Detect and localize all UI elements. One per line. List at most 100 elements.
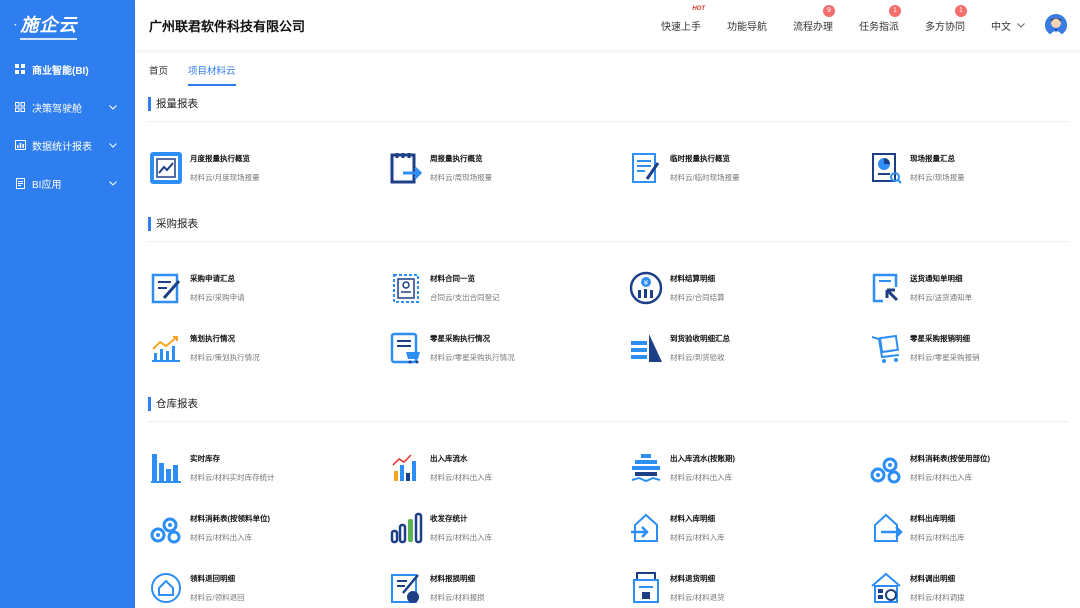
section-accent-bar	[148, 396, 151, 411]
card-title: 临时报量执行概览	[670, 154, 730, 163]
card-path: 材料云/材料出库	[910, 533, 965, 542]
report-card[interactable]: 领料退回明细 材料云/领料退回	[148, 568, 368, 608]
sidebar-item-cockpit[interactable]: 决策驾驶舱	[0, 88, 135, 126]
count-badge: 1	[955, 4, 967, 17]
top-header: 广州联君软件科技有限公司 快速上手 HOT 功能导航 流程办理 9 任务指派 1…	[135, 0, 1080, 50]
nav-collaboration[interactable]: 多方协同 1	[925, 4, 967, 33]
card-path: 材料云/材料出入库	[910, 473, 973, 482]
card-title: 出入库流水	[430, 454, 468, 463]
report-card[interactable]: 月度报量执行概览 材料云/月度现场报量	[148, 148, 368, 188]
tab-material-cloud[interactable]: 项目材料云	[188, 63, 236, 86]
loss-report-icon	[388, 570, 424, 606]
report-card[interactable]: 材料退货明细材料云/材料退货	[628, 568, 848, 608]
report-card[interactable]: 现场报量汇总 材料云/现场报量	[868, 148, 1080, 188]
section-warehouse-reports: 仓库报表 实时库存 材料云/材料实时库存统计 出入库流水 材料云/材料出入库 出入库…	[148, 386, 1068, 603]
card-title: 实时库存	[190, 454, 220, 463]
chevron-down-icon	[109, 102, 117, 113]
report-card[interactable]: ¥ 材料结算明细 材料云/合同结算	[628, 268, 848, 308]
card-title: 材料退货明细	[670, 574, 715, 583]
logo-dot: ·	[14, 19, 19, 31]
report-card[interactable]: 材料报损明细 材料云/材料报损	[388, 568, 608, 608]
section-header: 仓库报表	[148, 386, 1068, 422]
card-path: 材料云/领料退回	[190, 593, 245, 602]
company-name: 广州联君软件科技有限公司	[149, 18, 306, 34]
card-title: 出入库流水(按账期)	[670, 454, 735, 463]
tab-home[interactable]: 首页	[149, 63, 168, 86]
report-card[interactable]: 出入库流水(按账期) 材料云/材料出入库	[628, 448, 848, 488]
contract-icon	[388, 270, 424, 306]
report-card[interactable]: 材料消耗表(按领料单位) 材料云/材料出入库	[148, 508, 368, 548]
sidebar-item-bi[interactable]: 商业智能(BI)	[0, 50, 135, 88]
card-path: 材料云/送货通知单	[910, 293, 973, 302]
nav-label: 流程办理	[793, 21, 833, 33]
refund-icon	[628, 570, 664, 606]
document-icon	[14, 177, 26, 189]
card-path: 材料云/月度现场报量	[190, 173, 260, 182]
sidebar-item-bi-apps[interactable]: BI应用	[0, 164, 135, 202]
report-card[interactable]: 到货验收明细汇总 材料云/到货验收	[628, 328, 848, 368]
reimburse-icon	[868, 330, 904, 366]
inout-period-icon	[628, 450, 664, 486]
settlement-icon: ¥	[628, 270, 664, 306]
temp-report-icon	[628, 150, 664, 186]
logo[interactable]: · 施企云	[0, 0, 135, 50]
sidebar-item-reports[interactable]: 数据统计报表	[0, 126, 135, 164]
report-card[interactable]: 材料出库明细 材料云/材料出库	[868, 508, 1080, 548]
inout-flow-icon	[388, 450, 424, 486]
sporadic-purchase-icon	[388, 330, 424, 366]
card-path: 材料云/材料实时库存统计	[190, 473, 275, 482]
nav-function-guide[interactable]: 功能导航	[727, 18, 767, 33]
report-card[interactable]: 收发存统计材料云/材料出入库	[388, 508, 608, 548]
section-header: 采购报表	[148, 206, 1068, 242]
report-card[interactable]: 材料合同一览 合同云/支出合同登记	[388, 268, 608, 308]
count-badge: 9	[823, 4, 835, 17]
section-quantity-reports: 报量报表 月度报量执行概览 材料云/月度现场报量 周报量执行概览 材料云/周现场报量…	[148, 86, 1068, 184]
card-path: 合同云/支出合同登记	[430, 293, 500, 302]
report-card[interactable]: 材料消耗表(按使用部位) 材料云/材料出入库	[868, 448, 1080, 488]
section-title: 采购报表	[156, 218, 198, 230]
hot-tag: HOT	[692, 5, 705, 12]
report-card[interactable]: 送货通知单明细材料云/送货通知单	[868, 268, 1080, 308]
card-title: 送货通知单明细	[910, 274, 963, 283]
card-path: 材料云/材料出入库	[430, 533, 493, 542]
report-icon	[14, 139, 26, 151]
card-path: 材料云/现场报量	[910, 173, 965, 182]
report-card[interactable]: 策划执行情况 材料云/策划执行情况	[148, 328, 368, 368]
warehouse-in-icon	[628, 510, 664, 546]
pipes-icon	[868, 450, 904, 486]
arrival-check-icon	[628, 330, 664, 366]
plan-chart-icon	[148, 330, 184, 366]
card-path: 材料云/采购申请	[190, 293, 245, 302]
card-title: 材料消耗表(按领料单位)	[190, 514, 270, 523]
report-card[interactable]: 材料调出明细 材料云/材料调拨	[868, 568, 1080, 608]
return-icon	[148, 570, 184, 606]
report-card[interactable]: 零星采购报销明细 材料云/零星采购报销	[868, 328, 1080, 368]
card-path: 材料云/材料退货	[670, 593, 725, 602]
sidebar-item-label: BI应用	[32, 179, 62, 191]
nav-workflow[interactable]: 流程办理 9	[793, 4, 835, 33]
user-avatar[interactable]	[1045, 14, 1067, 36]
card-title: 采购申请汇总	[190, 274, 235, 283]
report-card[interactable]: 采购申请汇总材料云/采购申请	[148, 268, 368, 308]
report-card[interactable]: 实时库存材料云/材料实时库存统计	[148, 448, 368, 488]
card-path: 材料云/到货验收	[670, 353, 725, 362]
card-path: 材料云/材料出入库	[190, 533, 253, 542]
chevron-down-icon	[1017, 22, 1025, 28]
weekly-report-icon	[388, 150, 424, 186]
report-card[interactable]: 周报量执行概览 材料云/周现场报量	[388, 148, 608, 188]
sidebar-item-label: 商业智能(BI)	[32, 65, 89, 77]
nav-quick-start[interactable]: 快速上手 HOT	[661, 6, 705, 33]
section-title: 仓库报表	[156, 398, 198, 410]
card-title: 周报量执行概览	[430, 154, 483, 163]
card-path: 材料云/材料出入库	[670, 473, 733, 482]
grid-icon	[14, 63, 26, 75]
page-tabs: 首页 项目材料云	[135, 50, 1080, 86]
report-card[interactable]: 材料入库明细 材料云/材料入库	[628, 508, 848, 548]
report-card[interactable]: 零星采购执行情况 材料云/零星采购执行情况	[388, 328, 608, 368]
report-card[interactable]: 临时报量执行概览 材料云/临时现场报量	[628, 148, 848, 188]
nav-task-assign[interactable]: 任务指派 1	[859, 4, 901, 33]
report-card[interactable]: 出入库流水 材料云/材料出入库	[388, 448, 608, 488]
card-title: 收发存统计	[430, 514, 468, 523]
card-title: 材料消耗表(按使用部位)	[910, 454, 990, 463]
language-select[interactable]: 中文	[991, 18, 1025, 33]
